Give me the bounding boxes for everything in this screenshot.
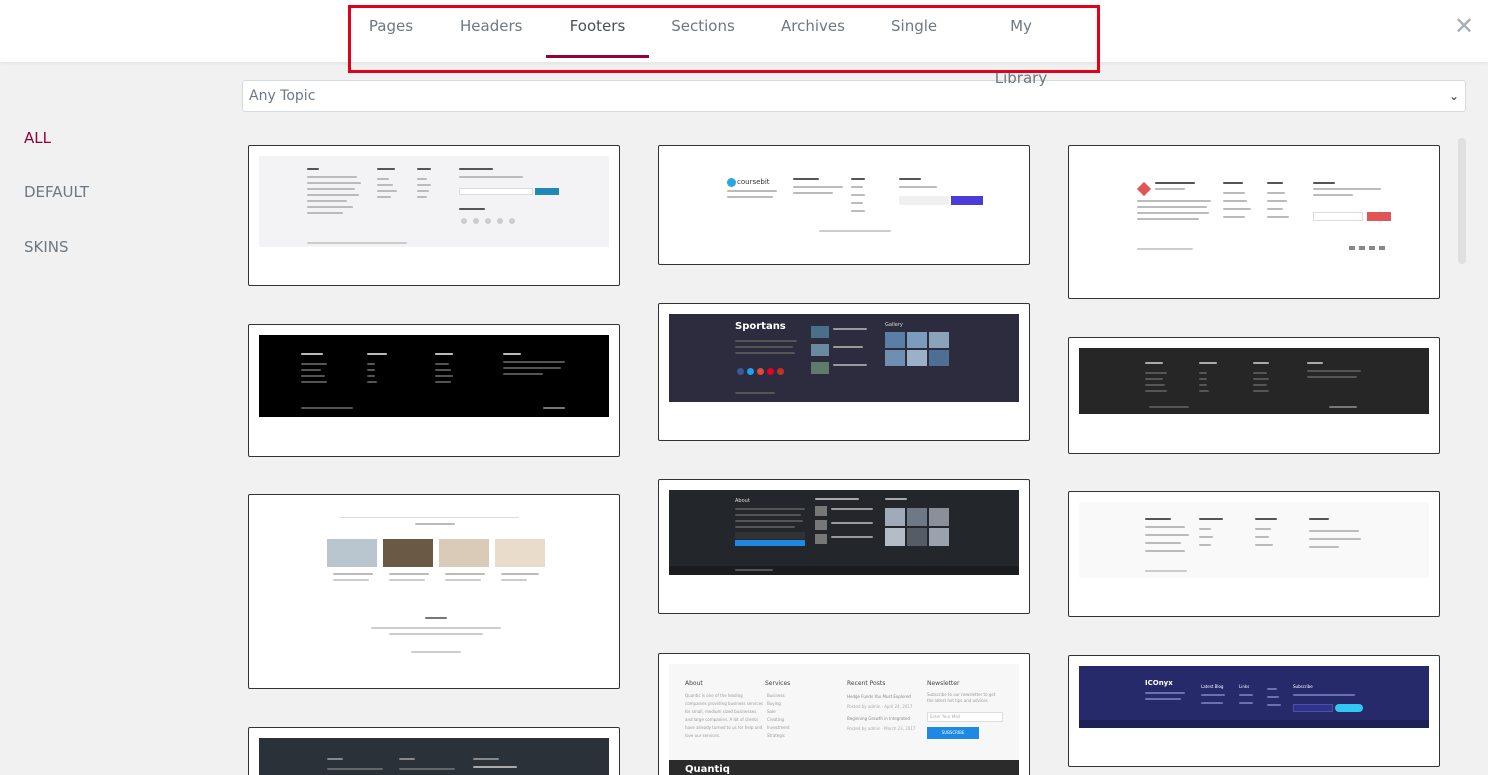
template-thumbnail	[259, 156, 609, 247]
quantic-logo: Quantiq	[685, 764, 730, 775]
template-card[interactable]: Sportans Gallery	[658, 303, 1030, 441]
tab-archives[interactable]: Archives	[781, 0, 845, 58]
template-card[interactable]: ICOnyx Latest Blog Links Subscribe	[1068, 655, 1440, 767]
subscribe-button: SUBSCRIBE	[927, 727, 979, 739]
services-item: Strategic	[767, 733, 786, 738]
newsletter-input: Enter Your Mail	[927, 712, 1003, 722]
recent-post-title: Hedge Funds You Must Explored	[847, 694, 911, 699]
template-thumbnail	[259, 738, 609, 775]
about-title: About	[735, 498, 750, 504]
tab-bar: Pages Headers Footers Sections Archives …	[0, 0, 1488, 87]
footer-newsletter-title: Newsletter	[927, 680, 960, 687]
services-item: Sale	[767, 709, 776, 714]
template-thumbnail: ICOnyx Latest Blog Links Subscribe	[1079, 666, 1429, 728]
iconyx-col-title: Latest Blog	[1201, 684, 1224, 689]
footer-about-title: About	[685, 680, 703, 687]
services-item: Investment	[767, 725, 790, 730]
template-card[interactable]	[1068, 337, 1440, 454]
template-thumbnail	[1079, 348, 1429, 414]
template-card[interactable]	[1068, 145, 1440, 299]
sidebar-item-skins[interactable]: SKINS	[24, 238, 69, 256]
template-card[interactable]	[248, 145, 620, 286]
tab-footers[interactable]: Footers	[546, 0, 649, 58]
sportans-gallery-title: Gallery	[885, 322, 903, 328]
close-icon[interactable]: ✕	[1452, 14, 1476, 38]
template-thumbnail: Sportans Gallery	[669, 314, 1019, 402]
footer-services-title: Services	[765, 680, 791, 687]
template-card[interactable]	[248, 494, 620, 689]
topic-filter-select[interactable]: Any Topic ⌄	[242, 80, 1466, 112]
template-card[interactable]	[1068, 491, 1440, 617]
iconyx-logo: ICOnyx	[1145, 679, 1173, 687]
iconyx-col-title: Links	[1239, 684, 1250, 689]
template-card[interactable]: coursebit	[658, 145, 1030, 265]
recent-post-title: Beginning Growth in Integrated	[847, 716, 910, 721]
services-item: Business	[767, 693, 785, 698]
tab-headers[interactable]: Headers	[460, 0, 522, 58]
tab-pages[interactable]: Pages	[368, 0, 414, 58]
sportans-logo: Sportans	[735, 321, 786, 332]
chevron-down-icon: ⌄	[1448, 89, 1459, 103]
footer-about-text: Quantic is one of the leading companies …	[685, 693, 764, 738]
tab-my-library[interactable]: My Library	[983, 0, 1059, 87]
sidebar-item-default[interactable]: DEFAULT	[24, 183, 89, 201]
tab-sections[interactable]: Sections	[670, 0, 736, 58]
template-card[interactable]: About	[658, 479, 1030, 614]
template-card[interactable]	[248, 727, 620, 775]
template-thumbnail: About	[669, 490, 1019, 575]
services-item: Creating	[767, 717, 785, 722]
template-thumbnail	[1079, 156, 1429, 260]
scrollbar[interactable]	[1458, 138, 1466, 264]
newsletter-text: Subscribe to our newsletter to get the l…	[927, 692, 996, 703]
services-item: Buying	[767, 701, 781, 706]
template-card[interactable]	[248, 324, 620, 457]
template-card[interactable]: About Quantic is one of the leading comp…	[658, 653, 1030, 775]
recent-post-meta: Posted by admin · March 23, 2017	[847, 726, 916, 731]
template-thumbnail: coursebit	[669, 156, 1019, 251]
recent-post-meta: Posted by admin · April 24, 2017	[847, 704, 913, 709]
footer-recent-posts-title: Recent Posts	[847, 680, 886, 687]
sidebar-item-all[interactable]: ALL	[24, 129, 51, 147]
template-thumbnail	[259, 505, 609, 675]
template-thumbnail: About Quantic is one of the leading comp…	[669, 664, 1019, 775]
tab-single[interactable]: Single	[891, 0, 937, 58]
topic-filter-value: Any Topic	[249, 88, 316, 104]
template-thumbnail	[259, 335, 609, 417]
coursebit-logo: coursebit	[737, 178, 770, 186]
iconyx-col-title: Subscribe	[1293, 684, 1313, 689]
template-thumbnail	[1079, 502, 1429, 578]
